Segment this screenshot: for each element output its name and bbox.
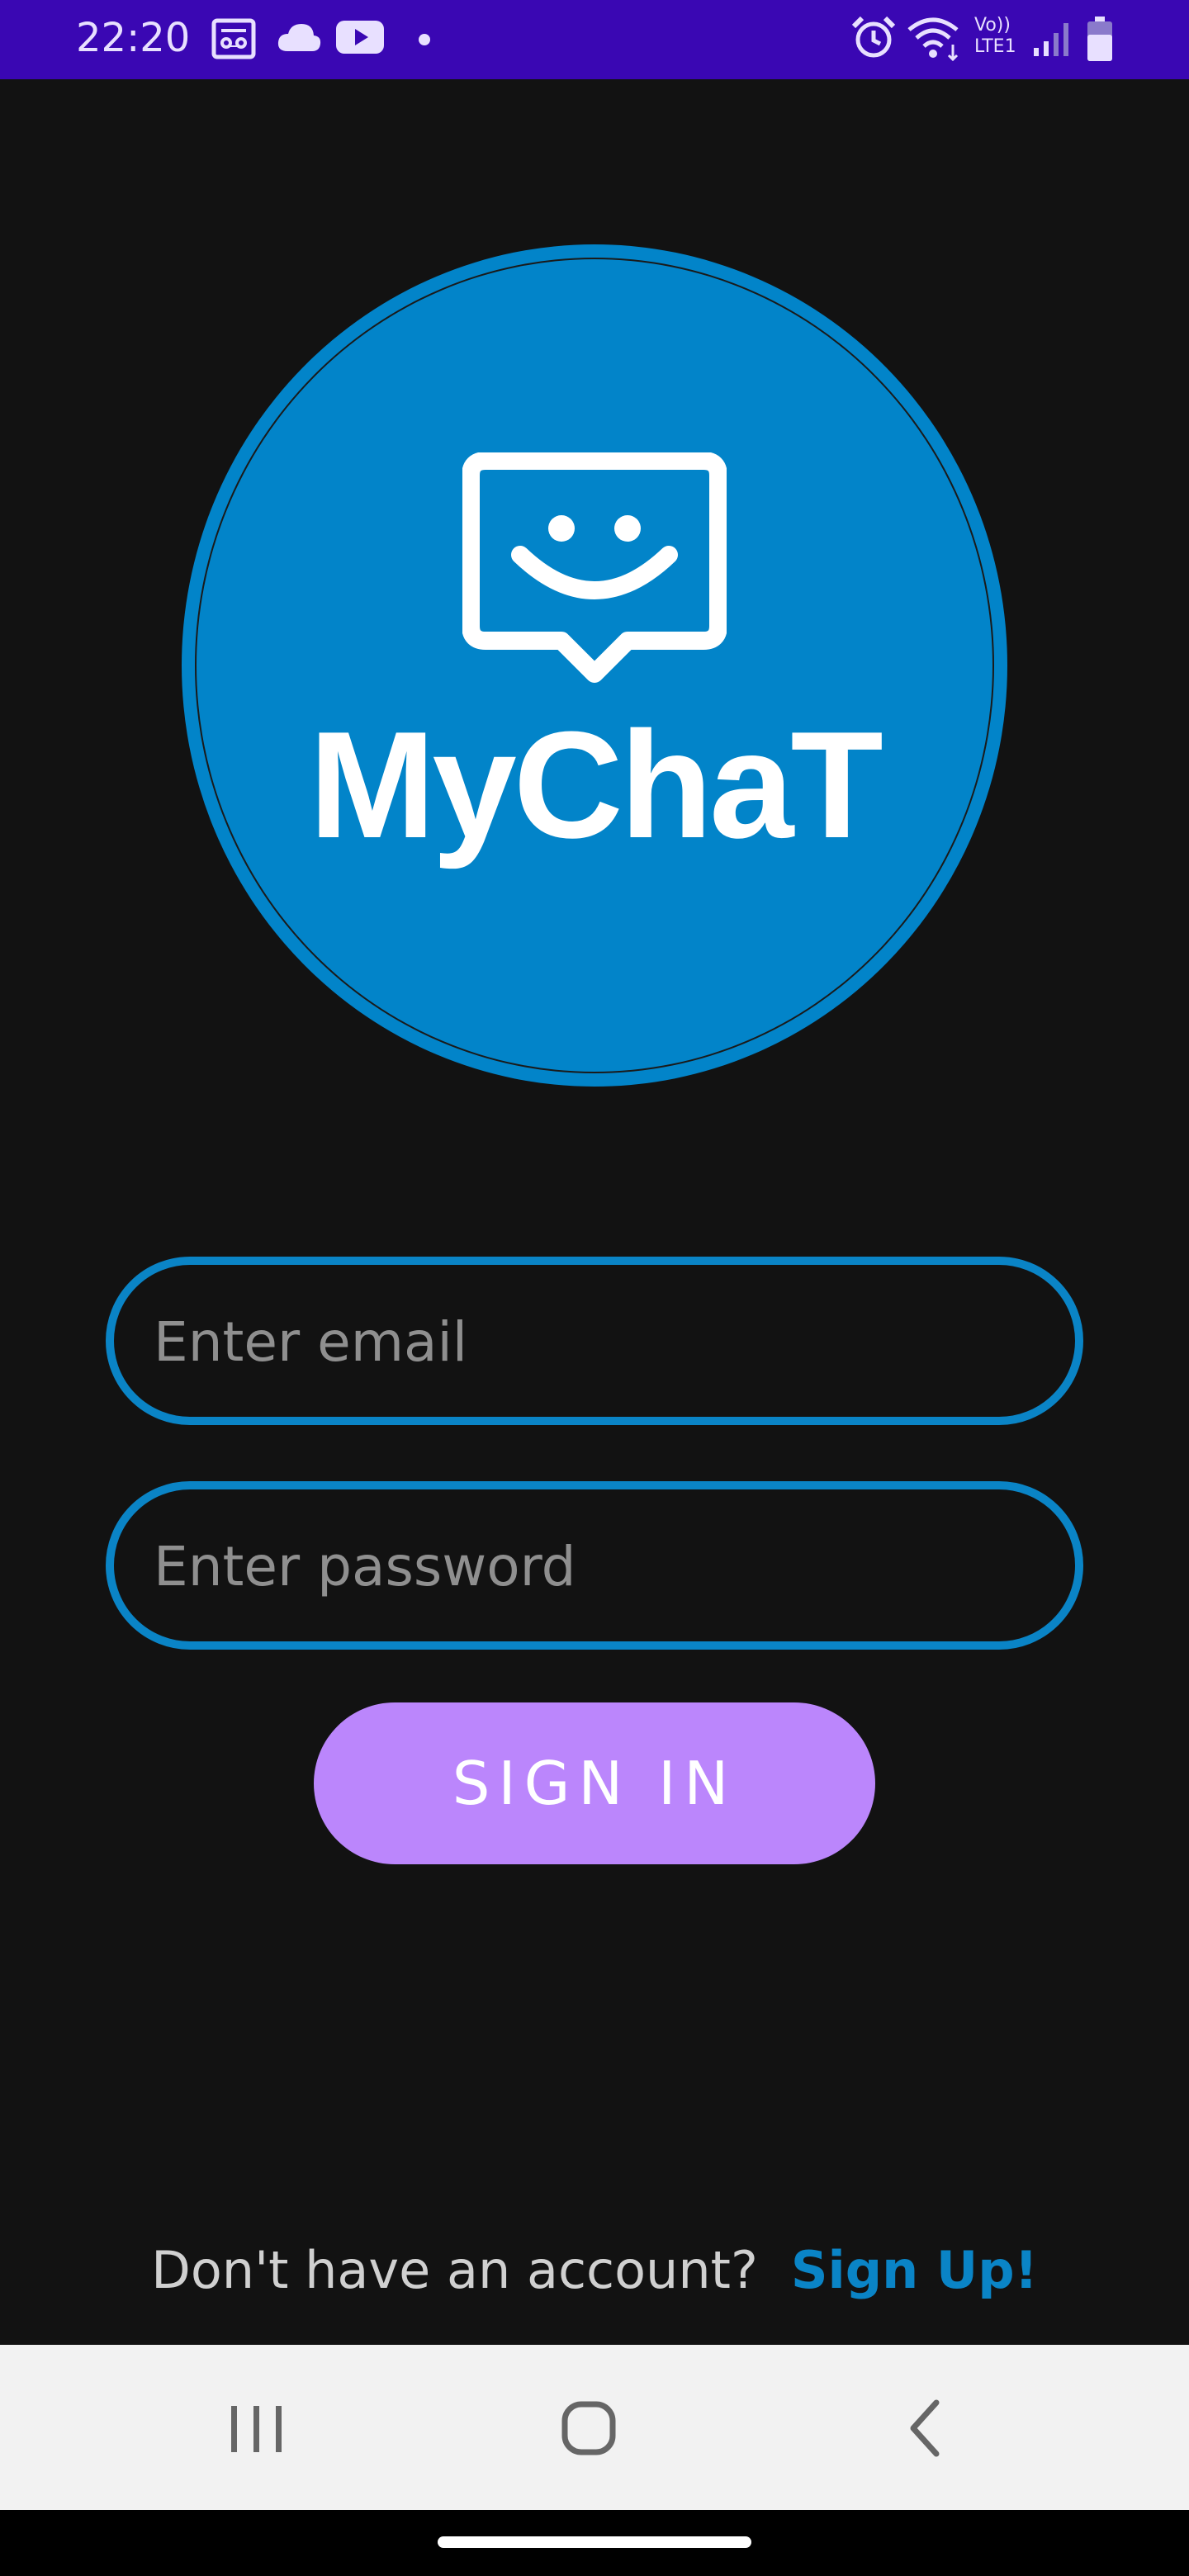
wifi-icon <box>907 15 963 64</box>
home-icon[interactable] <box>505 2378 670 2477</box>
alarm-icon <box>850 15 897 64</box>
home-indicator[interactable] <box>438 2536 751 2548</box>
back-icon[interactable] <box>837 2378 1002 2477</box>
system-nav-bar <box>0 2345 1189 2510</box>
volte-label: Vo)) <box>974 15 1011 36</box>
signal-icon <box>1032 20 1072 63</box>
recent-apps-icon[interactable] <box>173 2378 339 2477</box>
lte-label: LTE1 <box>974 36 1016 57</box>
sign-in-button[interactable]: SIGN IN <box>314 1702 875 1864</box>
voicemail-icon <box>211 18 256 63</box>
dot-icon <box>418 33 431 50</box>
smiley-chat-bubble-icon <box>462 452 727 684</box>
battery-icon <box>1087 17 1113 66</box>
email-input[interactable] <box>152 1265 1030 1418</box>
password-field[interactable] <box>106 1481 1083 1650</box>
youtube-icon <box>335 18 385 59</box>
status-time: 22:20 <box>76 15 191 61</box>
email-field[interactable] <box>106 1257 1083 1425</box>
logo-title: MyChaT <box>309 699 883 869</box>
cloud-icon <box>276 21 322 58</box>
sign-up-link[interactable]: Sign Up! <box>791 2240 1038 2300</box>
volte-lte-icon: Vo)) LTE1 <box>974 15 1024 58</box>
no-account-text: Don't have an account? <box>151 2240 758 2300</box>
password-input[interactable] <box>152 1489 1030 1643</box>
status-bar: 22:20 Vo)) LTE1 <box>0 0 1189 79</box>
signup-prompt: Don't have an account? Sign Up! <box>0 2229 1189 2312</box>
